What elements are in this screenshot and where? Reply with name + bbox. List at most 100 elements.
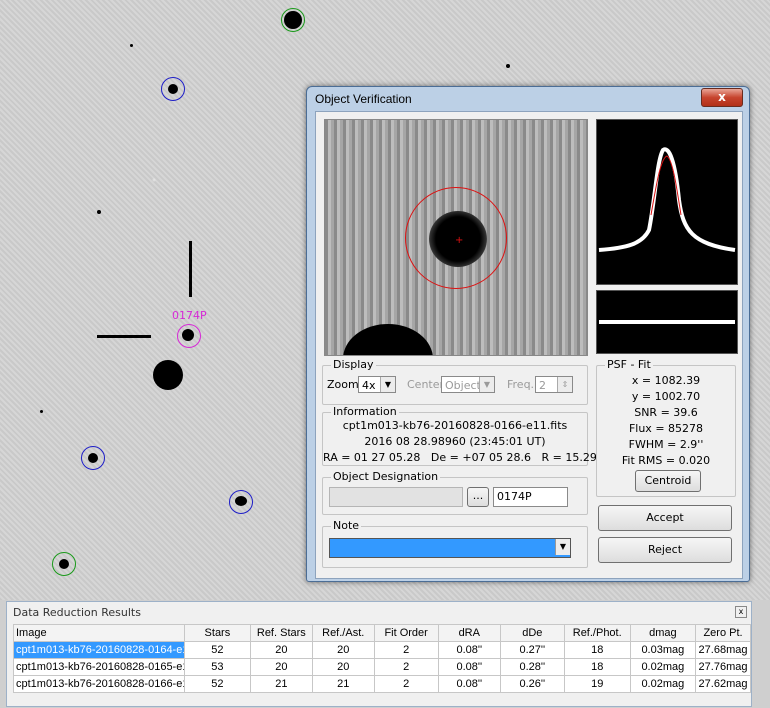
cell: 52	[184, 641, 251, 659]
zoom-select[interactable]: 4x ▼	[358, 376, 396, 393]
note-group-label: Note	[331, 519, 362, 532]
information-group-label: Information	[331, 405, 399, 418]
residual-line	[599, 320, 735, 324]
ref-circle	[161, 77, 185, 101]
close-button[interactable]: x	[701, 88, 743, 107]
display-group: Display Zoom 4x ▼ Center Object ▼ Freq. …	[322, 358, 588, 405]
cell: 0.28''	[499, 658, 565, 676]
info-date: 2016 08 28.98960 (23:45:01 UT)	[364, 435, 546, 448]
column-header[interactable]: Stars	[184, 624, 251, 642]
star	[506, 64, 510, 68]
match-circle	[281, 8, 305, 32]
cell: 0.02mag	[629, 675, 697, 693]
cell: 2	[373, 658, 439, 676]
spinner-arrows-icon: ⇕	[557, 377, 572, 392]
object-verification-dialog: Object Verification x + Display Zoom 4x	[306, 86, 750, 582]
information-group: Information cpt1m013-kb76-20160828-0166-…	[322, 405, 597, 466]
psf-profile-plot	[596, 119, 738, 285]
column-header[interactable]: dDe	[499, 624, 565, 642]
center-select[interactable]: Object ▼	[441, 376, 495, 393]
data-reduction-results-panel: Data Reduction Results x Image Stars Ref…	[6, 601, 752, 707]
column-header[interactable]: Ref. Stars	[249, 624, 313, 642]
cell: 0.02mag	[629, 658, 697, 676]
table-row[interactable]: cpt1m013-kb76-20160828-0165-e1 53 20 20 …	[13, 658, 751, 676]
freq-label: Freq.	[507, 378, 535, 391]
psf-residual-plot	[596, 290, 738, 354]
psf-y: y = 1002.70	[631, 390, 701, 403]
psf-fit-rms: Fit RMS = 0.020	[621, 454, 711, 467]
cell: 20	[311, 658, 375, 676]
dialog-body: + Display Zoom 4x ▼ Center Object ▼ Freq…	[315, 111, 743, 579]
designation-group-label: Object Designation	[331, 470, 441, 483]
psf-flux: Flux = 85278	[628, 422, 704, 435]
object-circle	[177, 324, 201, 348]
browse-button[interactable]: ...	[467, 487, 489, 507]
chevron-down-icon: ▼	[380, 377, 395, 392]
display-group-label: Display	[331, 358, 376, 371]
info-filename: cpt1m013-kb76-20160828-0166-e11.fits	[342, 419, 568, 432]
column-header[interactable]: dRA	[437, 624, 501, 642]
ref-circle	[229, 490, 253, 514]
cell: 0.08''	[437, 641, 501, 659]
cell: 2	[373, 641, 439, 659]
column-header[interactable]: dmag	[629, 624, 697, 642]
object-label: 0174P	[172, 309, 207, 322]
cell: 0.08''	[437, 658, 501, 676]
cell: 27.76mag	[695, 658, 751, 676]
cell-image: cpt1m013-kb76-20160828-0164-e1	[13, 641, 185, 659]
cell: 0.08''	[437, 675, 501, 693]
cell: 27.62mag	[695, 675, 751, 693]
marker-line-horizontal	[97, 335, 151, 338]
center-label: Center	[407, 378, 445, 391]
match-circle	[52, 552, 76, 576]
cell: 21	[311, 675, 375, 693]
cell: 27.68mag	[695, 641, 751, 659]
cell: 20	[249, 658, 313, 676]
designation-group: Object Designation ... 0174P	[322, 470, 588, 515]
table-row[interactable]: cpt1m013-kb76-20160828-0166-e1 52 21 21 …	[13, 675, 751, 693]
cell: 0.26''	[499, 675, 565, 693]
zoom-image[interactable]: +	[324, 119, 588, 356]
info-coords: RA = 01 27 05.28 De = +07 05 28.6 R = 15…	[323, 451, 597, 464]
column-header[interactable]: Ref./Ast.	[311, 624, 375, 642]
cell: 52	[184, 675, 251, 693]
freq-value: 2	[539, 379, 546, 392]
note-select[interactable]: ▼	[329, 538, 571, 558]
star	[40, 410, 43, 413]
column-header[interactable]: Ref./Phot.	[563, 624, 631, 642]
reject-button[interactable]: Reject	[598, 537, 732, 563]
star	[153, 360, 183, 390]
psf-profile-svg	[598, 147, 736, 252]
cell: 21	[249, 675, 313, 693]
psf-x: x = 1082.39	[631, 374, 701, 387]
center-value: Object	[445, 379, 481, 392]
results-title: Data Reduction Results	[13, 606, 141, 619]
cell-image: cpt1m013-kb76-20160828-0166-e1	[13, 675, 185, 693]
accept-button[interactable]: Accept	[598, 505, 732, 531]
marker-line-vertical	[189, 241, 192, 297]
close-icon[interactable]: x	[735, 606, 747, 618]
cell: 18	[563, 658, 631, 676]
chevron-down-icon: ▼	[555, 539, 570, 555]
cell: 20	[311, 641, 375, 659]
cell: 0.03mag	[629, 641, 697, 659]
centroid-button[interactable]: Centroid	[635, 470, 701, 492]
dialog-title: Object Verification	[315, 92, 412, 106]
psf-snr: SNR = 39.6	[634, 406, 698, 419]
center-cross: +	[455, 235, 464, 246]
designation-list-field[interactable]	[329, 487, 463, 507]
psf-fit-group: PSF - Fit x = 1082.39 y = 1002.70 SNR = …	[596, 358, 736, 497]
neighbor-blob	[343, 324, 433, 355]
cell: 53	[184, 658, 251, 676]
psf-group-label: PSF - Fit	[605, 358, 653, 371]
cell: 18	[563, 641, 631, 659]
table-row[interactable]: cpt1m013-kb76-20160828-0164-e1 52 20 20 …	[13, 641, 751, 659]
column-header[interactable]: Image	[13, 624, 185, 642]
cell: 20	[249, 641, 313, 659]
column-header[interactable]: Fit Order	[373, 624, 439, 642]
designation-input[interactable]: 0174P	[493, 487, 568, 507]
column-header[interactable]: Zero Pt.	[695, 624, 751, 642]
freq-spinner[interactable]: 2 ⇕	[535, 376, 573, 393]
note-group: Note ▼	[322, 519, 588, 568]
cell: 19	[563, 675, 631, 693]
